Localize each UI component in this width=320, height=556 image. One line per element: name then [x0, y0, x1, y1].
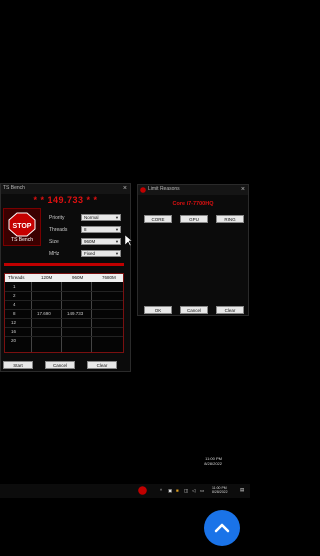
cpu-name: Core i7-7700HQ — [172, 201, 214, 207]
chevron-down-icon: ▼ — [115, 251, 119, 256]
chevron-up-icon[interactable]: ^ — [160, 488, 162, 493]
progress-bar — [4, 263, 124, 266]
table-row: 12 — [11, 320, 17, 325]
battery-icon[interactable]: ▭ — [200, 488, 204, 494]
chevron-down-icon: ▼ — [115, 239, 119, 244]
start-button[interactable]: Start — [3, 361, 33, 369]
mhz-select[interactable]: Fixed ▼ — [81, 250, 121, 257]
ok-button[interactable]: OK — [144, 306, 172, 314]
col-7680m: 7680M — [102, 275, 116, 280]
tsbench-titlebar[interactable]: TS Bench × — [1, 184, 130, 194]
table-row: 20 — [11, 338, 17, 343]
table-cell: 149.733 — [67, 311, 84, 316]
threads-select[interactable]: 8 ▼ — [81, 226, 121, 233]
window-title: Limit Reasons — [148, 186, 180, 192]
table-row: 4 — [13, 302, 16, 307]
clock[interactable]: 11:00 PM 8/28/2022 — [204, 456, 222, 466]
stop-sign-text: STOP — [13, 223, 32, 230]
network-icon[interactable]: ◫ — [184, 488, 188, 494]
limit-reasons-window: Limit Reasons × Core i7-7700HQ CORE GPU … — [137, 184, 249, 316]
score-readout: * * 149.733 * * — [33, 195, 98, 205]
limit-titlebar[interactable]: Limit Reasons × — [138, 185, 248, 195]
scroll-top-button[interactable] — [204, 510, 240, 546]
window-title: TS Bench — [3, 185, 25, 191]
taskbar-clock[interactable]: 11:00 PM 8/28/2022 — [212, 486, 234, 496]
table-header: Threads 120M 960M 7680M — [5, 274, 123, 282]
table-row: 8 — [13, 311, 16, 316]
system-tray-icon[interactable]: ▣ — [168, 488, 172, 494]
tsbench-tray-icon[interactable] — [138, 486, 147, 495]
logo-text: TS Bench — [11, 237, 33, 243]
table-row: 2 — [13, 293, 16, 298]
app-logo: STOP TS Bench — [3, 208, 41, 246]
table-cell: 17.690 — [37, 311, 51, 316]
size-label: Size — [49, 239, 59, 245]
cancel-button[interactable]: Cancel — [180, 306, 208, 314]
col-960m: 960M — [72, 275, 84, 280]
stop-sign-icon: STOP — [8, 212, 36, 237]
chevron-up-icon — [214, 523, 230, 533]
tab-gpu[interactable]: GPU — [180, 215, 208, 223]
col-120m: 120M — [41, 275, 53, 280]
folder-icon[interactable]: ■ — [176, 488, 179, 493]
clear-button[interactable]: Clear — [216, 306, 244, 314]
table-row: 1 — [13, 284, 16, 289]
close-icon[interactable]: × — [123, 184, 127, 193]
tsbench-window: TS Bench × * * 149.733 * * STOP TS Bench… — [0, 183, 131, 372]
close-icon[interactable]: × — [241, 185, 245, 194]
size-select[interactable]: 960M ▼ — [81, 238, 121, 245]
chevron-down-icon: ▼ — [115, 215, 119, 220]
results-table: Threads 120M 960M 7680M 1 2 4 8 17.690 1… — [4, 273, 124, 353]
col-threads: Threads — [8, 275, 25, 280]
tab-ring[interactable]: RING — [216, 215, 244, 223]
cursor-icon — [125, 235, 133, 247]
priority-select[interactable]: Normal ▼ — [81, 214, 121, 221]
priority-label: Priority — [49, 215, 65, 221]
threads-label: Threads — [49, 227, 68, 233]
cancel-button[interactable]: Cancel — [45, 361, 75, 369]
app-icon — [140, 187, 146, 193]
notification-icon[interactable]: ▤ — [240, 487, 244, 493]
clear-button[interactable]: Clear — [87, 361, 117, 369]
volume-icon[interactable]: ◁ — [192, 488, 195, 494]
table-row: 16 — [11, 329, 17, 334]
mhz-label: MHz — [49, 251, 60, 257]
tab-core[interactable]: CORE — [144, 215, 172, 223]
chevron-down-icon: ▼ — [115, 227, 119, 232]
date: 8/28/2022 — [204, 461, 222, 466]
taskbar-date: 8/28/2022 — [212, 490, 228, 494]
taskbar: ^ ▣ ■ ◫ ◁ ▭ 11:00 PM 8/28/2022 ▤ — [0, 484, 250, 498]
